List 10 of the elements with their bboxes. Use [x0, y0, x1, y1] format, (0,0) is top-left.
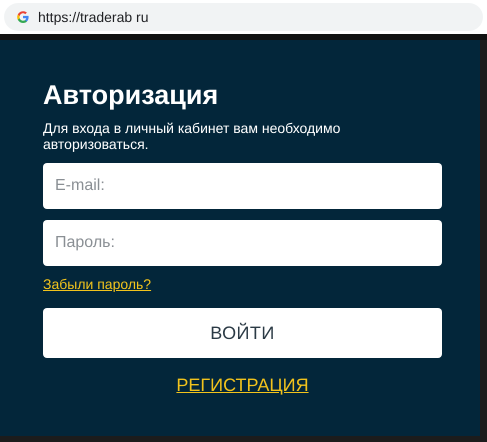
register-link[interactable]: РЕГИСТРАЦИЯ	[176, 372, 309, 399]
google-icon	[16, 10, 30, 24]
login-subtitle: Для входа в личный кабинет вам необходимо авторизоваться.	[43, 120, 342, 152]
input-field[interactable]: E-mail:	[43, 163, 442, 209]
address-bar[interactable]: https://traderab ru	[4, 3, 483, 31]
login-title: Авторизация	[43, 79, 220, 112]
input-field[interactable]: Пароль:	[43, 220, 442, 266]
login-button[interactable]: ВОЙТИ	[43, 308, 442, 358]
url-text: https://traderab ru	[38, 8, 149, 27]
forgot-password-link[interactable]: Забыли пароль?	[43, 274, 152, 295]
